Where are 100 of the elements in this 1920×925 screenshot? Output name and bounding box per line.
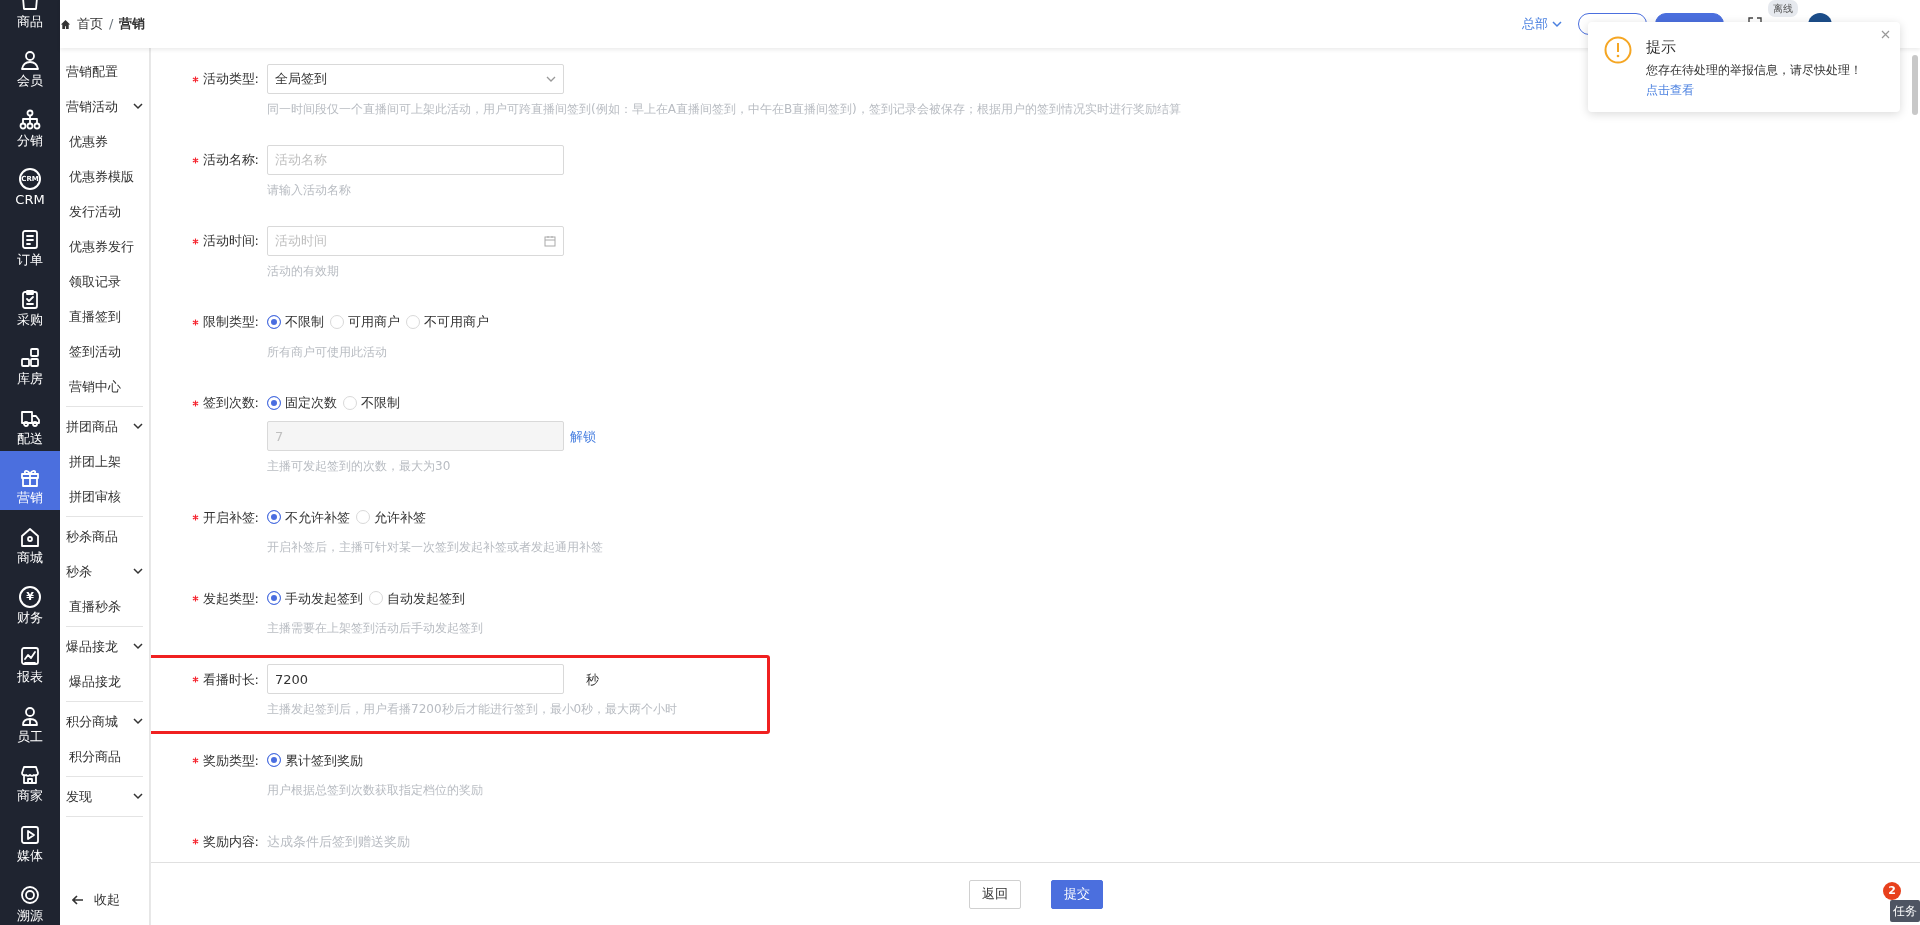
sidebar-label: 配送 (17, 431, 43, 445)
submenu-item[interactable]: 直播秒杀 (66, 589, 143, 624)
submenu-item[interactable]: 爆品接龙 (66, 664, 143, 699)
submenu-item[interactable]: 直播签到 (66, 299, 143, 334)
submenu-item[interactable]: 优惠券 (66, 124, 143, 159)
document-icon (19, 227, 41, 250)
radio-option[interactable]: 累计签到奖励 (267, 750, 363, 770)
radio-option[interactable]: 不允许补签 (267, 507, 350, 527)
field-label: 活动时间: (177, 226, 267, 256)
submenu-item[interactable]: 拼团商品 (66, 409, 143, 444)
sidebar-item[interactable]: 营销 (0, 450, 60, 511)
help-text: 活动的有效期 (267, 263, 340, 279)
video-icon (19, 823, 41, 846)
select-field[interactable]: 全局签到 (267, 64, 564, 94)
sidebar-item[interactable]: ¥ 财务 (0, 569, 60, 630)
collapse-button[interactable]: 收起 (66, 882, 143, 917)
sidebar-item[interactable]: 订单 (0, 212, 60, 272)
view-link[interactable]: 点击查看 (1646, 80, 1862, 99)
close-icon[interactable] (1881, 30, 1890, 39)
chevron-down-icon (133, 423, 143, 430)
radio-option[interactable]: 不限制 (267, 312, 324, 332)
sidebar-item[interactable]: 分销 (0, 93, 60, 153)
notification-message: 您存在待处理的举报信息，请尽快处理！ (1646, 61, 1862, 79)
unit-label: 秒 (586, 670, 599, 689)
radio-option[interactable]: 不可用商户 (406, 312, 489, 332)
submenu-item[interactable]: 秒杀商品 (66, 519, 143, 554)
person-icon (19, 49, 41, 72)
submenu-item[interactable]: 拼团上架 (66, 444, 143, 479)
field-label: 开启补签: (177, 502, 267, 533)
back-button[interactable]: 返回 (968, 879, 1021, 909)
submenu-item[interactable]: 积分商城 (66, 704, 143, 739)
submenu-item[interactable]: 优惠券发行 (66, 229, 143, 264)
submenu-item[interactable]: 积分商品 (66, 739, 143, 774)
radio-option[interactable]: 自动发起签到 (369, 588, 465, 608)
chevron-down-icon (546, 75, 556, 83)
field-label: 限制类型: (177, 307, 267, 337)
chevron-down-icon (133, 568, 143, 575)
radio-option[interactable]: 固定次数 (267, 393, 337, 413)
sidebar-item[interactable]: 商城 (0, 510, 60, 570)
unlock-link[interactable]: 解锁 (570, 426, 596, 446)
sidebar-item[interactable]: 报表 (0, 629, 60, 690)
submenu-item[interactable]: 拼团审核 (66, 479, 143, 514)
submit-button[interactable]: 提交 (1050, 879, 1103, 909)
sidebar-label: CRM (15, 193, 45, 207)
field-label: 活动名称: (177, 145, 267, 175)
warning-icon (1604, 36, 1632, 64)
radio-option[interactable]: 手动发起签到 (267, 588, 363, 608)
radio-option[interactable]: 可用商户 (330, 312, 400, 332)
submenu-item[interactable]: 营销活动 (66, 89, 143, 124)
sidebar-item[interactable]: 媒体 (0, 808, 60, 868)
sidebar-item[interactable]: 采购 (0, 271, 60, 332)
sidebar-label: 库房 (17, 372, 43, 386)
breadcrumb-link[interactable]: 营销 (119, 14, 146, 34)
sidebar-item[interactable]: 商品 (0, 0, 60, 34)
radio-option[interactable]: 允许补签 (356, 507, 426, 527)
field-label: 奖励类型: (177, 745, 267, 776)
sidebar-item[interactable]: 会员 (0, 33, 60, 94)
chevron-down-icon (1552, 20, 1562, 28)
help-text: 达成条件后签到赠送奖励 (267, 832, 411, 851)
sidebar-label: 报表 (17, 670, 43, 684)
submenu-item[interactable]: 营销中心 (66, 369, 143, 404)
sidebar-item[interactable]: 员工 (0, 689, 60, 749)
sidebar-item[interactable]: 配送 (0, 391, 60, 451)
input-field[interactable]: 7200 (267, 664, 564, 695)
count-badge: 2 (1883, 882, 1901, 900)
submenu-item[interactable]: 营销配置 (66, 54, 143, 89)
submenu-item[interactable]: 爆品接龙 (66, 629, 143, 664)
sidebar-label: 媒体 (17, 848, 43, 862)
org-dropdown[interactable]: 总部 (1522, 14, 1562, 34)
network-icon (19, 108, 41, 131)
breadcrumb-separator: / (109, 15, 114, 34)
submenu-item[interactable]: 签到活动 (66, 334, 143, 369)
sidebar-item[interactable]: 溯源 (0, 867, 60, 925)
chevron-down-icon (133, 793, 143, 800)
field-label: 奖励内容: (177, 826, 267, 857)
sidebar-label: 订单 (17, 252, 43, 266)
field-label: 发起类型: (177, 583, 267, 614)
sidebar-item[interactable]: 商家 (0, 748, 60, 809)
breadcrumb-link[interactable]: 首页 (77, 14, 103, 34)
submenu-item[interactable]: 发现 (66, 779, 143, 814)
status-badge: 离线 (1768, 0, 1798, 17)
staff-icon (19, 704, 41, 727)
calendar-icon (544, 235, 556, 247)
shop-icon (19, 764, 41, 787)
help-text: 主播发起签到后，用户看播7200秒后才能进行签到，最小0秒，最大两个小时 (267, 701, 679, 718)
radio-option[interactable]: 不限制 (343, 393, 400, 413)
submenu-item[interactable]: 优惠券模版 (66, 159, 143, 194)
submenu-item[interactable]: 秒杀 (66, 554, 143, 589)
field-label: 看播时长: (177, 664, 267, 695)
help-text: 所有商户可使用此活动 (267, 344, 388, 360)
currency-icon: ¥ (19, 585, 41, 608)
sidebar-item[interactable]: 库房 (0, 331, 60, 392)
task-button[interactable]: 任务 (1890, 900, 1920, 922)
submenu-item[interactable]: 发行活动 (66, 194, 143, 229)
home-icon (60, 18, 71, 30)
notification-title: 提示 (1646, 37, 1677, 58)
submenu-item[interactable]: 领取记录 (66, 264, 143, 299)
scrollbar[interactable] (1912, 55, 1918, 115)
help-text: 请输入活动名称 (267, 182, 352, 198)
sidebar-label: 溯源 (17, 908, 43, 922)
